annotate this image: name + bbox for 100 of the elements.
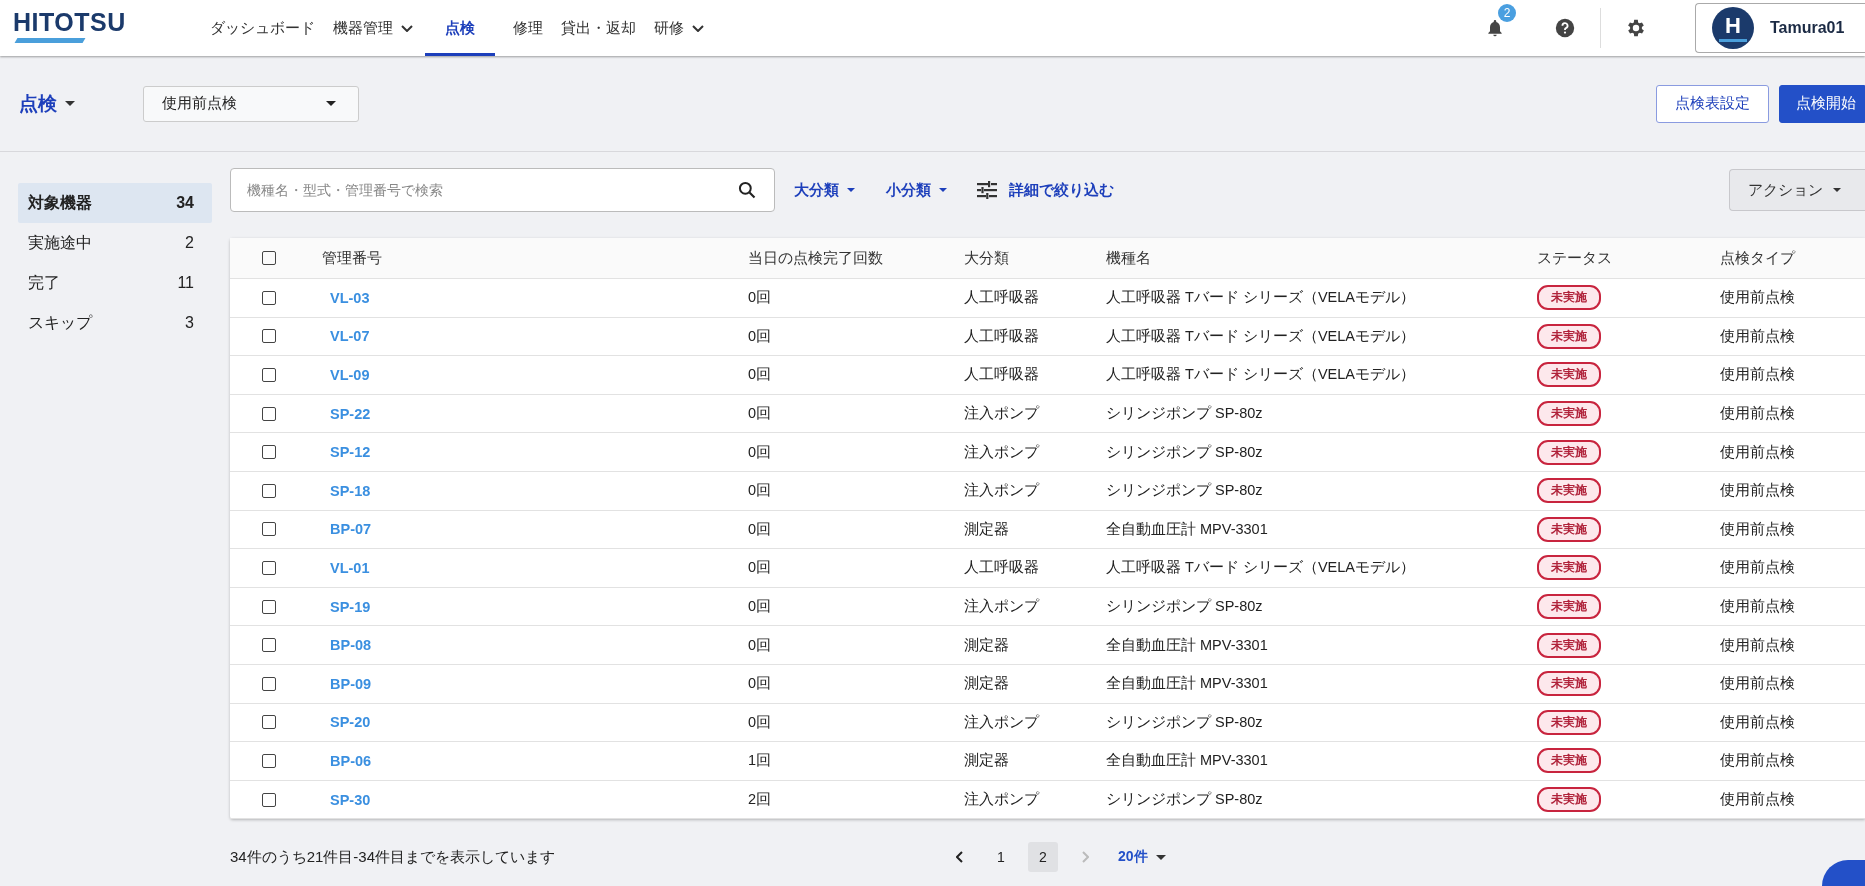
table-cell: 人工呼吸器: [964, 365, 1039, 385]
checkbox[interactable]: [262, 753, 276, 768]
table-cell: 0回: [748, 674, 772, 694]
status-badge: 未実施: [1537, 516, 1601, 542]
caret-down-icon: [1833, 188, 1841, 192]
checkbox[interactable]: [262, 329, 276, 344]
nav-tab[interactable]: ダッシュボード: [204, 0, 321, 56]
nav-tab[interactable]: 点検: [425, 0, 495, 56]
table-cell: 測定器: [964, 635, 1009, 655]
table-cell: 0回: [748, 712, 772, 732]
checkbox[interactable]: [262, 599, 276, 614]
table-cell: 注入ポンプ: [964, 481, 1039, 501]
nav-tab[interactable]: 研修: [648, 0, 710, 56]
column-header: 機種名: [1106, 248, 1151, 268]
status-badge: 未実施: [1537, 748, 1601, 774]
page-size-dropdown[interactable]: 20件: [1118, 848, 1166, 867]
inspection-type-select[interactable]: 使用前点検: [143, 85, 359, 122]
page-button[interactable]: 1: [986, 842, 1016, 873]
table-cell: 人工呼吸器 Tバード シリーズ（VELAモデル）: [1106, 288, 1415, 308]
sidebar-item[interactable]: 完了 11: [18, 263, 212, 303]
sidebar-label: スキップ: [28, 312, 92, 333]
table-cell: 0回: [748, 519, 772, 539]
search-input[interactable]: 機種名・型式・管理番号で検索: [245, 181, 737, 199]
start-inspection-button[interactable]: 点検開始: [1779, 84, 1865, 123]
table-cell: 使用前点検: [1720, 635, 1795, 655]
table-cell: 人工呼吸器 Tバード シリーズ（VELAモデル）: [1106, 365, 1415, 385]
sidebar-item[interactable]: スキップ 3: [18, 303, 212, 343]
column-header: 管理番号: [322, 248, 382, 268]
status-badge: 未実施: [1537, 323, 1601, 349]
checkbox[interactable]: [262, 676, 276, 691]
checkbox[interactable]: [262, 251, 276, 265]
pagination-summary: 34件のうち21件目-34件目までを表示しています: [230, 847, 557, 867]
status-badge: 未実施: [1537, 401, 1601, 427]
checkbox[interactable]: [262, 715, 276, 730]
action-dropdown-button[interactable]: アクション: [1729, 169, 1865, 211]
table-cell: シリンジポンプ SP-80z: [1106, 597, 1263, 617]
caret-down-icon: [847, 188, 855, 192]
column-header: ステータス: [1537, 248, 1612, 268]
page-button[interactable]: 2: [1028, 842, 1058, 873]
help-icon: [1554, 17, 1576, 39]
column-header: 大分類: [964, 248, 1009, 268]
table-cell: 測定器: [964, 674, 1009, 694]
table-cell: 使用前点検: [1720, 558, 1795, 578]
logo: HITOTSU: [0, 0, 180, 56]
avatar: H: [1712, 7, 1754, 49]
table-cell: 人工呼吸器: [964, 558, 1039, 578]
table-cell: シリンジポンプ SP-80z: [1106, 442, 1263, 462]
table-cell: 人工呼吸器 Tバード シリーズ（VELAモデル）: [1106, 326, 1415, 346]
table-cell: 0回: [748, 365, 772, 385]
checklist-settings-button[interactable]: 点検表設定: [1656, 84, 1769, 123]
table-cell: 0回: [748, 481, 772, 501]
checkbox[interactable]: [262, 560, 276, 575]
nav-tab[interactable]: 修理: [507, 0, 549, 56]
sliders-icon: [977, 181, 997, 199]
checkbox[interactable]: [262, 445, 276, 460]
table-cell: 使用前点検: [1720, 712, 1795, 732]
column-header: 点検タイプ: [1720, 248, 1795, 268]
page-title-dropdown[interactable]: 点検: [19, 90, 143, 117]
chevron-left-icon: [955, 851, 963, 864]
detail-filter-button[interactable]: 詳細で絞り込む: [977, 180, 1114, 200]
table-cell: 人工呼吸器: [964, 288, 1039, 308]
nav-tab[interactable]: 貸出・返却: [555, 0, 642, 56]
caret-down-icon: [939, 188, 947, 192]
table-cell: 注入ポンプ: [964, 712, 1039, 732]
settings-icon: [1625, 17, 1647, 39]
table-cell: 0回: [748, 326, 772, 346]
sidebar-label: 完了: [28, 272, 60, 293]
status-badge: 未実施: [1537, 478, 1601, 504]
user-menu[interactable]: H Tamura01: [1695, 3, 1865, 53]
sidebar-item[interactable]: 実施途中 2: [18, 223, 212, 263]
table-cell: 測定器: [964, 751, 1009, 771]
table-cell: 人工呼吸器 Tバード シリーズ（VELAモデル）: [1106, 558, 1415, 578]
search-field[interactable]: 機種名・型式・管理番号で検索: [230, 168, 775, 212]
table-cell: 注入ポンプ: [964, 790, 1039, 809]
sidebar-item[interactable]: 対象機器 34: [18, 183, 212, 223]
checkbox[interactable]: [262, 522, 276, 537]
search-icon: [737, 180, 757, 200]
nav-tab[interactable]: 機器管理: [327, 0, 419, 56]
table-cell: 全自動血圧計 MPV-3301: [1106, 635, 1268, 655]
checkbox[interactable]: [262, 290, 276, 305]
table-cell: 使用前点検: [1720, 597, 1795, 617]
checkbox[interactable]: [262, 406, 276, 421]
checkbox[interactable]: [262, 792, 276, 807]
table-cell: 0回: [748, 597, 772, 617]
table-cell: シリンジポンプ SP-80z: [1106, 712, 1263, 732]
status-badge: 未実施: [1537, 555, 1601, 581]
table-cell: 使用前点検: [1720, 674, 1795, 694]
status-badge: 未実施: [1537, 362, 1601, 388]
status-badge: 未実施: [1537, 285, 1601, 311]
table-cell: 0回: [748, 558, 772, 578]
caret-down-icon: [326, 101, 336, 106]
checkbox[interactable]: [262, 483, 276, 498]
floating-action-button[interactable]: [1822, 860, 1865, 886]
bell-icon: [1485, 18, 1505, 38]
category-filter-dropdown[interactable]: 大分類: [794, 180, 855, 200]
checkbox[interactable]: [262, 638, 276, 653]
category-filter-dropdown[interactable]: 小分類: [886, 180, 947, 200]
checkbox[interactable]: [262, 368, 276, 382]
caret-down-icon: [1155, 854, 1166, 860]
table-cell: 使用前点検: [1720, 365, 1795, 385]
